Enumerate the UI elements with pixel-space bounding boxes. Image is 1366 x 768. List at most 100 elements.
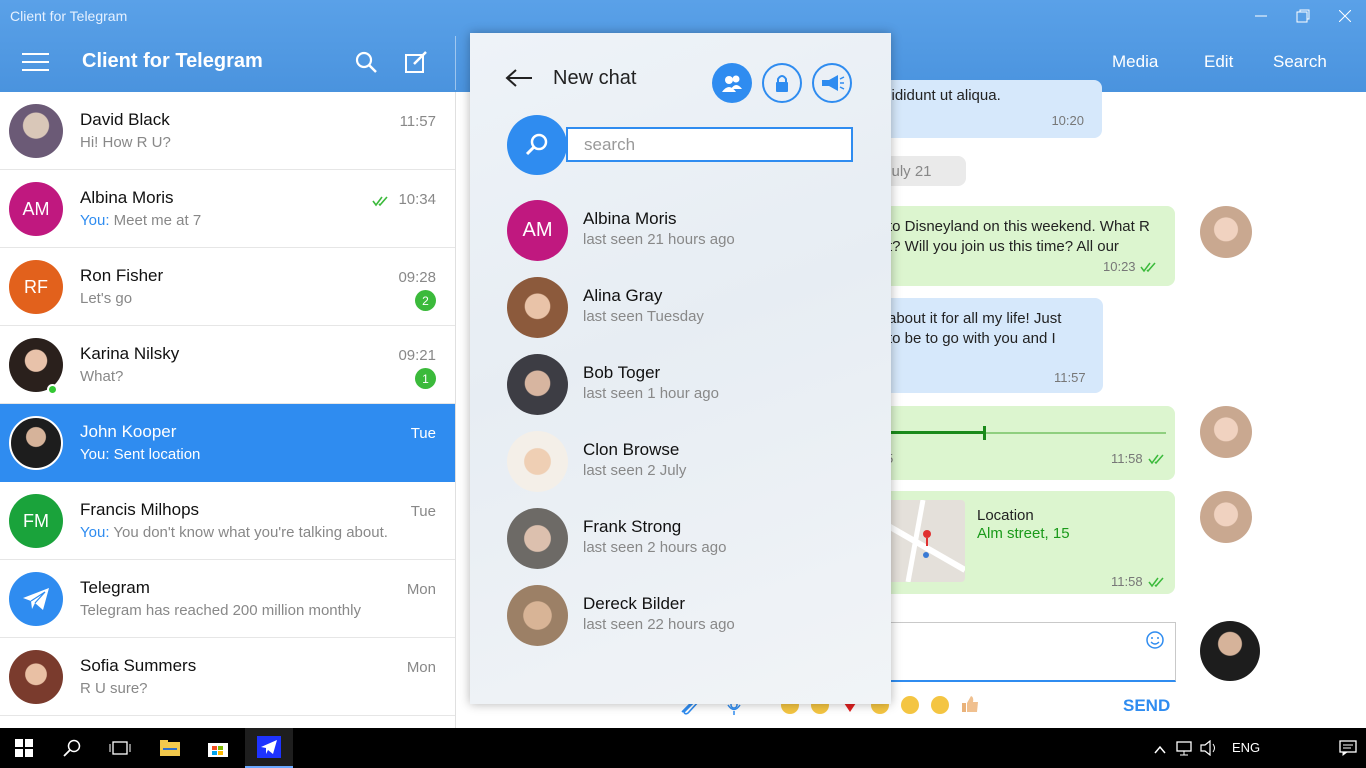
close-icon[interactable] xyxy=(1324,0,1366,32)
you-label: You: xyxy=(80,446,110,463)
contact-last-seen: last seen 2 July xyxy=(583,462,687,479)
emoji-grin-icon[interactable] xyxy=(931,696,949,714)
location-address: Alm street, 15 xyxy=(977,525,1070,542)
contact-item-albina-moris[interactable]: AM Albina Moris last seen 21 hours ago xyxy=(507,200,857,264)
window-controls xyxy=(1240,0,1366,32)
send-button[interactable]: SEND xyxy=(1123,696,1170,716)
new-group-icon[interactable] xyxy=(712,63,752,103)
contact-item-dereck-bilder[interactable]: Dereck Bilder last seen 22 hours ago xyxy=(507,585,857,649)
contact-name: Frank Strong xyxy=(583,517,682,536)
chat-name: Ron Fisher xyxy=(80,266,164,285)
message-time: 10:20 xyxy=(1051,113,1084,128)
show-hidden-icons-icon[interactable] xyxy=(1154,742,1166,760)
app-title: Client for Telegram xyxy=(82,50,263,72)
contact-item-clon-browse[interactable]: Clon Browse last seen 2 July xyxy=(507,431,857,495)
audio-progress-knob[interactable] xyxy=(982,426,986,440)
chat-name: David Black xyxy=(80,110,170,129)
emoji-thumbs-up-icon[interactable] xyxy=(961,695,979,718)
contact-item-bob-toger[interactable]: Bob Toger last seen 1 hour ago xyxy=(507,354,857,418)
contact-name: Bob Toger xyxy=(583,363,661,382)
chat-time: Tue xyxy=(410,425,436,442)
search-icon[interactable] xyxy=(507,115,567,175)
chat-list: David Black Hi! How R U? 11:57 AM Albina… xyxy=(0,92,456,728)
taskbar-search-icon[interactable] xyxy=(48,728,96,768)
emoji-smile-icon[interactable] xyxy=(901,696,919,714)
contact-name: Clon Browse xyxy=(583,440,680,459)
task-view-icon[interactable] xyxy=(96,728,144,768)
chat-name: Telegram xyxy=(80,578,150,597)
message-time: 11:58 xyxy=(1111,574,1143,589)
windows-start-icon[interactable] xyxy=(0,728,48,768)
message-text: cididunt ut aliqua. xyxy=(884,87,1001,104)
online-indicator xyxy=(47,384,58,395)
compose-icon[interactable] xyxy=(404,50,430,76)
message-time: 11:57 xyxy=(1054,370,1086,385)
store-icon[interactable] xyxy=(194,728,242,768)
chat-time: 09:21 xyxy=(398,347,436,364)
chat-name: Sofia Summers xyxy=(80,656,197,675)
back-arrow-icon[interactable] xyxy=(505,67,533,95)
chat-item-ron-fisher[interactable]: RF Ron Fisher Let's go 09:28 2 xyxy=(0,248,455,326)
message-time: 10:23 xyxy=(1103,259,1136,274)
location-message[interactable]: Location Alm street, 15 11:58 xyxy=(870,491,1175,594)
double-check-icon xyxy=(1148,451,1166,471)
avatar xyxy=(9,104,63,158)
edit-button[interactable]: Edit xyxy=(1204,52,1233,72)
hamburger-menu-icon[interactable] xyxy=(22,53,49,71)
chat-item-sofia-summers[interactable]: Sofia Summers R U sure? Mon xyxy=(0,638,455,716)
audio-progress-track[interactable] xyxy=(888,426,1166,440)
preview-text: Meet me at 7 xyxy=(109,212,202,229)
avatar xyxy=(507,354,568,415)
telegram-logo-icon xyxy=(9,572,63,626)
avatar: FM xyxy=(9,494,63,548)
avatar-initials: FM xyxy=(23,510,49,531)
chat-item-telegram[interactable]: Telegram Telegram has reached 200 millio… xyxy=(0,560,455,638)
search-icon[interactable] xyxy=(354,50,380,76)
double-check-icon xyxy=(1148,574,1166,594)
chat-name: Albina Moris xyxy=(80,188,174,207)
contact-item-alina-gray[interactable]: Alina Gray last seen Tuesday xyxy=(507,277,857,341)
media-button[interactable]: Media xyxy=(1112,52,1158,72)
secret-chat-lock-icon[interactable] xyxy=(762,63,802,103)
audio-message: 5 11:58 xyxy=(870,406,1175,480)
contact-last-seen: last seen Tuesday xyxy=(583,308,704,325)
avatar xyxy=(507,508,568,569)
contact-name: Alina Gray xyxy=(583,286,663,305)
contact-last-seen: last seen 2 hours ago xyxy=(583,539,727,556)
chat-item-david-black[interactable]: David Black Hi! How R U? 11:57 xyxy=(0,92,455,170)
minimize-icon[interactable] xyxy=(1240,0,1282,32)
volume-icon[interactable] xyxy=(1200,739,1218,761)
maximize-icon[interactable] xyxy=(1282,0,1324,32)
contact-item-frank-strong[interactable]: Frank Strong last seen 2 hours ago xyxy=(507,508,857,572)
avatar-initials: RF xyxy=(24,276,48,297)
message-incoming: cididunt ut aliqua. 10:20 xyxy=(870,80,1102,138)
emoji-icon[interactable] xyxy=(1145,630,1165,655)
chat-item-john-kooper[interactable]: John Kooper You: Sent location Tue xyxy=(0,404,455,482)
chat-item-francis-milhops[interactable]: FM Francis Milhops You: You don't know w… xyxy=(0,482,455,560)
sender-avatar xyxy=(1200,406,1252,458)
chat-name: Karina Nilsky xyxy=(80,344,180,363)
preview-text: R U sure? xyxy=(80,680,148,697)
message-outgoing: to Disneyland on this weekend. What R t?… xyxy=(870,206,1175,286)
chat-preview: Telegram has reached 200 million monthly xyxy=(80,602,361,619)
windows-taskbar: ENG xyxy=(0,728,1366,768)
file-explorer-icon[interactable] xyxy=(146,728,194,768)
chat-item-albina-moris[interactable]: AM Albina Moris You: Meet me at 7 10:34 xyxy=(0,170,455,248)
contact-name: Dereck Bilder xyxy=(583,594,686,613)
language-indicator[interactable]: ENG xyxy=(1232,740,1260,755)
message-text: to Disneyland on this weekend. What R t?… xyxy=(888,218,1150,255)
chat-item-karina-nilsky[interactable]: Karina Nilsky What? 09:21 1 xyxy=(0,326,455,404)
unread-badge: 1 xyxy=(415,368,436,389)
new-channel-megaphone-icon[interactable] xyxy=(812,63,852,103)
header-divider xyxy=(455,36,456,90)
avatar-initials: AM xyxy=(22,198,50,219)
chat-time: 11:57 xyxy=(399,113,436,130)
action-center-icon[interactable] xyxy=(1339,740,1357,761)
search-button[interactable]: Search xyxy=(1273,52,1327,72)
telegram-taskbar-icon[interactable] xyxy=(245,728,293,768)
message-input[interactable] xyxy=(870,622,1176,682)
chat-preview: You: Meet me at 7 xyxy=(80,212,201,229)
map-thumbnail[interactable] xyxy=(878,500,965,582)
contact-search-input[interactable] xyxy=(566,127,853,162)
network-icon[interactable] xyxy=(1176,740,1194,761)
